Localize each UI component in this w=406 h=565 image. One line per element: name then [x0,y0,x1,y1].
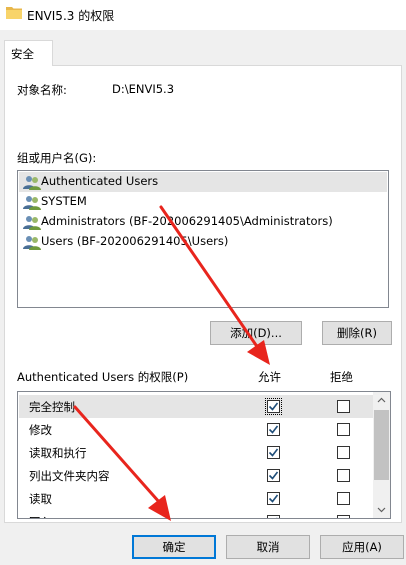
user-list-item[interactable]: Users (BF-202006291405\Users) [19,232,387,252]
permission-row: 读取 [19,487,373,510]
user-group-icon [23,176,41,190]
allow-checkbox[interactable] [267,515,280,518]
user-name: Administrators (BF-202006291405\Administ… [41,214,333,228]
scroll-down-arrow-icon[interactable] [373,501,390,518]
window-title: ENVI5.3 的权限 [27,9,115,23]
deny-checkbox[interactable] [337,492,350,505]
dialog-body: 安全 对象名称: D:\ENVI5.3 组或用户名(G): Authentica… [0,30,406,565]
deny-checkbox[interactable] [337,469,350,482]
tab-security-label: 安全 [11,47,34,61]
allow-checkbox[interactable] [265,398,282,415]
ok-button[interactable]: 确定 [132,535,216,559]
user-group-icon [23,216,41,230]
add-button[interactable]: 添加(D)... [210,321,302,345]
scroll-up-arrow-icon[interactable] [373,392,390,409]
cancel-button[interactable]: 取消 [226,535,310,559]
deny-checkbox[interactable] [337,400,350,413]
permission-row: 完全控制 [19,395,373,418]
apply-button[interactable]: 应用(A) [320,535,404,559]
user-group-icon [23,236,41,250]
permissions-scrollbar[interactable] [373,392,390,518]
permission-name: 读取和执行 [29,446,87,460]
allow-checkbox[interactable] [267,469,280,482]
permission-row: 读取和执行 [19,441,373,464]
object-name-label: 对象名称: [17,83,67,97]
permission-name: 写入 [29,514,52,518]
allow-checkbox[interactable] [267,492,280,505]
permission-name: 列出文件夹内容 [29,469,110,483]
title-bar: ENVI5.3 的权限 [0,0,406,30]
permission-row: 写入 [19,510,373,518]
permissions-label: Authenticated Users 的权限(P) [17,370,189,384]
permission-row: 列出文件夹内容 [19,464,373,487]
permission-row: 修改 [19,418,373,441]
security-panel: 对象名称: D:\ENVI5.3 组或用户名(G): Authenticated… [4,65,402,523]
object-name-value: D:\ENVI5.3 [112,82,175,96]
deny-checkbox[interactable] [337,423,350,436]
permission-name: 完全控制 [29,400,75,414]
permissions-list: 完全控制修改读取和执行列出文件夹内容读取写入 [17,391,391,519]
allow-column-header: 允许 [258,370,281,384]
deny-column-header: 拒绝 [330,370,353,384]
user-name: Authenticated Users [41,174,159,188]
user-list-item[interactable]: Authenticated Users [19,172,387,192]
tab-security[interactable]: 安全 [4,40,53,66]
remove-button[interactable]: 删除(R) [322,321,392,345]
group-users-label: 组或用户名(G): [17,151,97,165]
deny-checkbox[interactable] [337,446,350,459]
scroll-thumb[interactable] [374,410,389,480]
user-list-item[interactable]: Administrators (BF-202006291405\Administ… [19,212,387,232]
deny-checkbox[interactable] [337,515,350,518]
allow-checkbox[interactable] [267,423,280,436]
user-listbox[interactable]: Authenticated Users SYSTEM Administrator… [17,170,389,308]
user-name: SYSTEM [41,194,87,208]
permission-name: 修改 [29,423,52,437]
user-name: Users (BF-202006291405\Users) [41,234,229,248]
folder-icon [6,7,22,19]
permission-name: 读取 [29,492,52,506]
user-list-item[interactable]: SYSTEM [19,192,387,212]
user-group-icon [23,196,41,210]
allow-checkbox[interactable] [267,446,280,459]
